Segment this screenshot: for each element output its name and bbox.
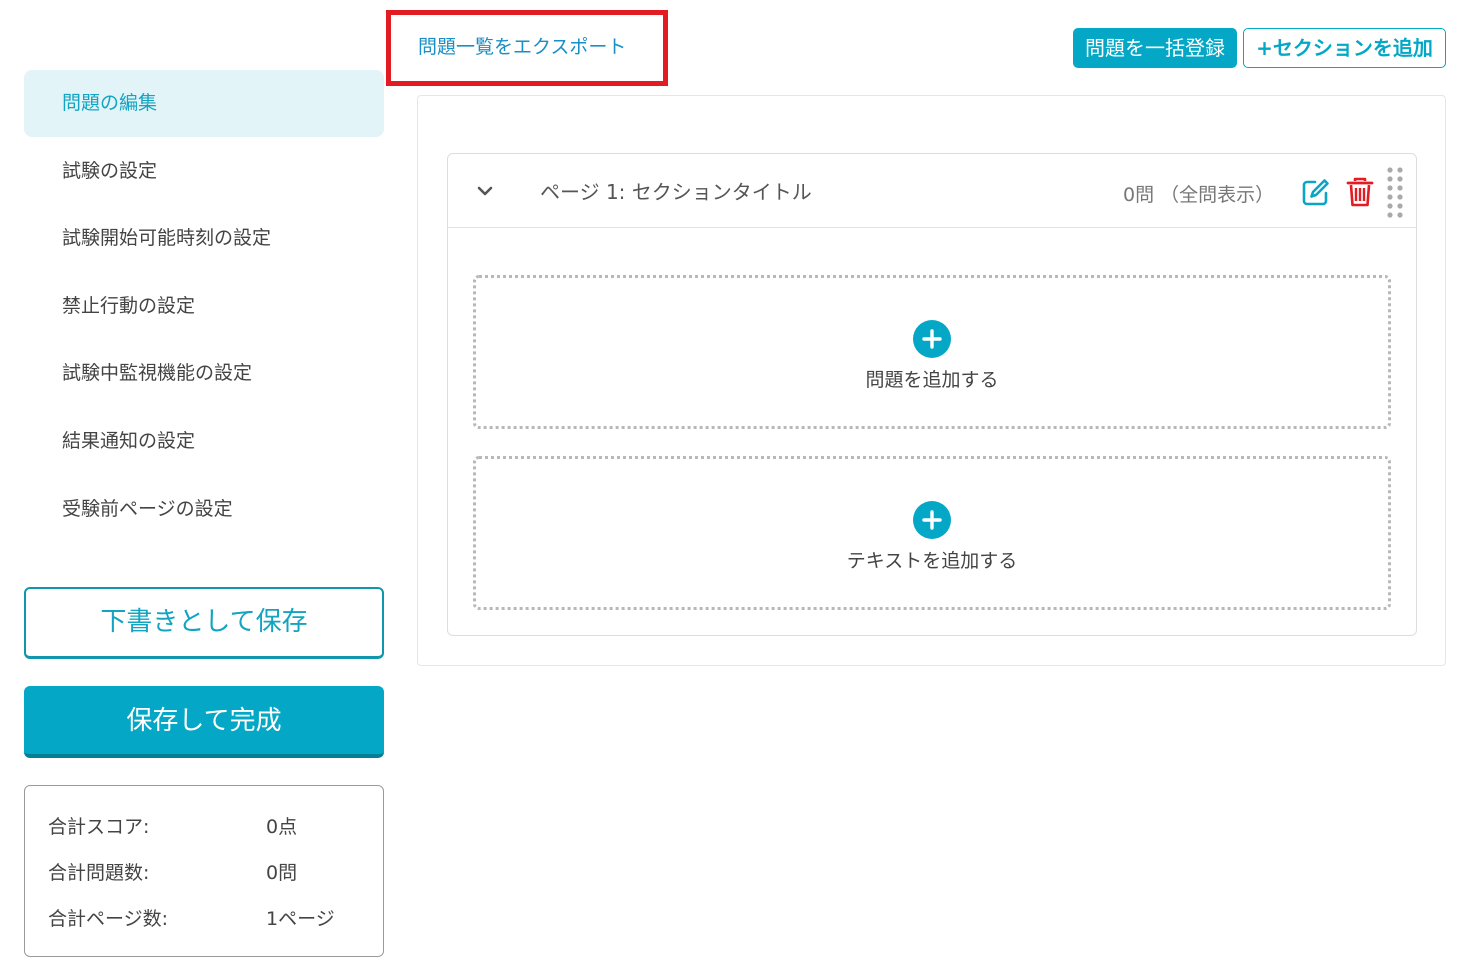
summary-panel: 合計スコア: 0点 合計問題数: 0問 合計ページ数: 1ページ [24, 785, 384, 957]
summary-row-total-pages: 合計ページ数: 1ページ [25, 900, 383, 946]
summary-value: 0点 [266, 816, 298, 838]
summary-label: 合計ページ数: [48, 908, 169, 930]
chevron-down-icon[interactable] [474, 180, 496, 202]
sidebar-item-monitoring-settings[interactable]: 試験中監視機能の設定 [24, 340, 384, 407]
export-questions-link[interactable]: 問題一覧をエクスポート [418, 32, 626, 59]
save-draft-button[interactable]: 下書きとして保存 [24, 587, 384, 659]
sidebar-item-exam-settings[interactable]: 試験の設定 [24, 138, 384, 205]
section-header: ページ 1: セクションタイトル 0問 （全問表示） [448, 154, 1416, 228]
plus-circle-icon [913, 320, 951, 358]
summary-value: 0問 [266, 862, 298, 884]
sidebar-item-edit-questions[interactable]: 問題の編集 [24, 70, 384, 137]
summary-label: 合計スコア: [48, 816, 150, 838]
plus-circle-icon [913, 501, 951, 539]
drag-handle-icon[interactable] [1385, 166, 1405, 218]
sidebar-item-prohibited-actions[interactable]: 禁止行動の設定 [24, 273, 384, 340]
summary-row-total-questions: 合計問題数: 0問 [25, 854, 383, 900]
summary-value: 1ページ [266, 908, 335, 930]
add-text-zone[interactable]: テキストを追加する [473, 456, 1391, 610]
sidebar-item-result-notification[interactable]: 結果通知の設定 [24, 408, 384, 475]
section-question-count: 0問 （全問表示） [1123, 184, 1275, 206]
add-text-label: テキストを追加する [846, 550, 1018, 572]
trash-icon[interactable] [1345, 176, 1375, 208]
save-complete-button[interactable]: 保存して完成 [24, 686, 384, 758]
add-section-button[interactable]: +セクションを追加 [1243, 28, 1446, 68]
edit-icon[interactable] [1300, 176, 1332, 208]
sidebar-item-start-time-settings[interactable]: 試験開始可能時刻の設定 [24, 205, 384, 272]
summary-label: 合計問題数: [48, 862, 150, 884]
section-title: ページ 1: セクションタイトル [540, 180, 812, 204]
summary-row-total-score: 合計スコア: 0点 [25, 808, 383, 854]
sidebar-nav: 問題の編集 試験の設定 試験開始可能時刻の設定 禁止行動の設定 試験中監視機能の… [24, 70, 384, 543]
section-card: ページ 1: セクションタイトル 0問 （全問表示） 問題を追加する テキストを… [447, 153, 1417, 636]
add-question-zone[interactable]: 問題を追加する [473, 275, 1391, 429]
sidebar-item-pre-exam-page[interactable]: 受験前ページの設定 [24, 476, 384, 543]
bulk-register-button[interactable]: 問題を一括登録 [1073, 28, 1237, 68]
add-question-label: 問題を追加する [865, 369, 999, 391]
